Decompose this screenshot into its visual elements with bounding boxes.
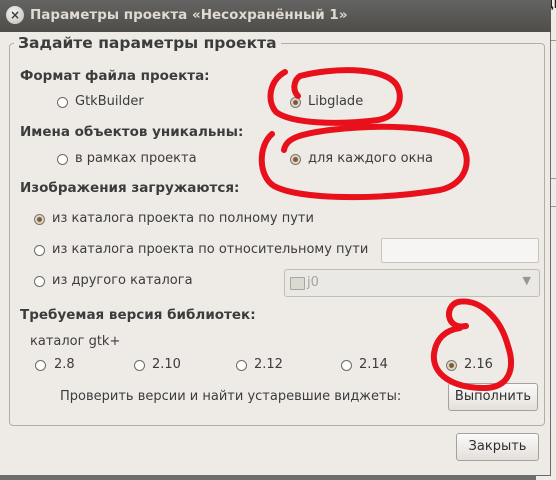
- close-button[interactable]: Закрыть: [456, 433, 539, 461]
- radio-version-2-10-label: 2.10: [152, 357, 181, 372]
- radio-gtkbuilder-label: GtkBuilder: [75, 94, 144, 109]
- radio-full-path-label: из каталога проекта по полному пути: [52, 211, 314, 226]
- folder-chooser-combo[interactable]: j0 ▼: [284, 269, 540, 297]
- radio-per-project[interactable]: [57, 154, 68, 165]
- relative-path-input[interactable]: [381, 238, 539, 263]
- radio-relative-path-label: из каталога проекта по относительному пу…: [52, 242, 369, 257]
- frame-title: Задайте параметры проекта: [14, 34, 281, 52]
- close-window-icon[interactable]: ×: [6, 6, 24, 24]
- radio-version-2-14-label: 2.14: [359, 357, 388, 372]
- radio-version-2-8[interactable]: [35, 360, 46, 371]
- title-bar: × Параметры проекта «Несохранённый 1»: [0, 0, 551, 32]
- radio-gtkbuilder[interactable]: [57, 97, 68, 108]
- radio-relative-path[interactable]: [34, 245, 45, 256]
- folder-chooser-value: j0: [307, 275, 319, 290]
- radio-per-project-label: в рамках проекта: [75, 151, 197, 166]
- radio-full-path[interactable]: [34, 214, 45, 225]
- radio-version-2-12-label: 2.12: [254, 357, 283, 372]
- versions-label: Требуемая версия библиотек:: [20, 307, 256, 323]
- object-names-label: Имена объектов уникальны:: [20, 124, 244, 140]
- radio-other-folder[interactable]: [34, 276, 45, 287]
- run-button[interactable]: Выполнить: [448, 383, 538, 411]
- project-settings-dialog: × Параметры проекта «Несохранённый 1» За…: [0, 0, 551, 476]
- radio-version-2-16-label: 2.16: [464, 357, 493, 372]
- radio-libglade-label: Libglade: [308, 94, 364, 109]
- dropdown-arrow-icon: ▼: [522, 274, 531, 287]
- radio-version-2-14[interactable]: [341, 360, 352, 371]
- check-versions-label: Проверить версии и найти устаревшие видж…: [60, 389, 402, 404]
- radio-version-2-12[interactable]: [236, 360, 247, 371]
- radio-version-2-8-label: 2.8: [54, 357, 75, 372]
- gtk-catalog-label: каталог gtk+: [30, 334, 121, 349]
- file-format-label: Формат файла проекта:: [20, 68, 210, 84]
- radio-version-2-16[interactable]: [446, 360, 457, 371]
- radio-other-folder-label: из другого каталога: [52, 273, 193, 288]
- images-label: Изображения загружаются:: [20, 180, 240, 196]
- radio-per-window[interactable]: [290, 154, 301, 165]
- radio-libglade[interactable]: [290, 97, 301, 108]
- window-title: Параметры проекта «Несохранённый 1»: [30, 7, 348, 23]
- radio-per-window-label: для каждого окна: [308, 151, 433, 166]
- radio-version-2-10[interactable]: [134, 360, 145, 371]
- folder-icon: [290, 277, 305, 290]
